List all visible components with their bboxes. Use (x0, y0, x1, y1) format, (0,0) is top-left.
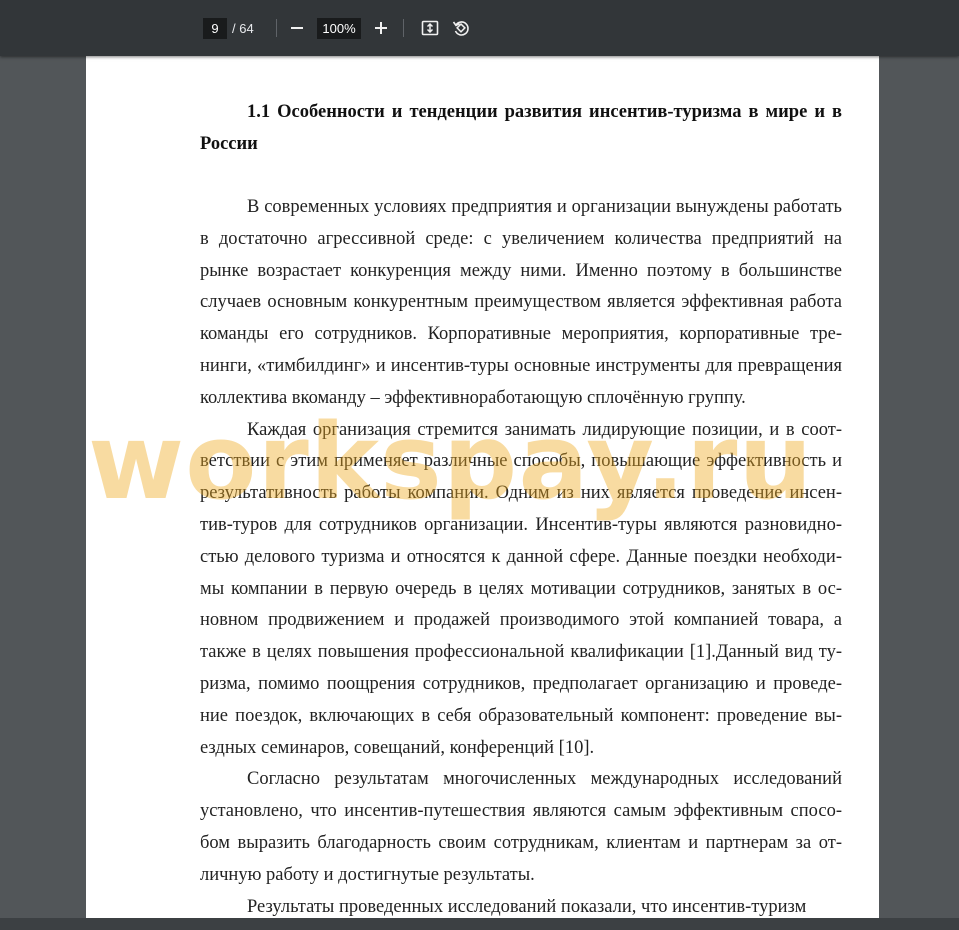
document-page: 1.1 Особенности и тенденции развития инс… (86, 56, 879, 930)
current-page-input[interactable]: 9 (203, 18, 227, 39)
section-heading: 1.1 Особенности и тенденции развития инс… (200, 102, 842, 154)
zoom-in-button[interactable] (367, 14, 395, 42)
rotate-button[interactable] (447, 14, 475, 42)
page-total: / 64 (232, 21, 254, 36)
paragraph: Каждая организация стремится занимать ли… (200, 419, 842, 758)
zoom-out-button[interactable] (283, 14, 311, 42)
document-body: В современных условиях предприятия и орг… (200, 192, 842, 923)
viewer-bottom-edge (0, 918, 959, 930)
rotate-icon (452, 21, 469, 36)
pdf-toolbar: 9 / 64 100% (0, 0, 959, 56)
fit-page-icon (421, 20, 439, 36)
plus-icon (375, 22, 387, 34)
fit-page-button[interactable] (416, 14, 444, 42)
paragraph: Согласно результатам многочисленных межд… (200, 769, 842, 885)
zoom-input[interactable]: 100% (317, 18, 361, 39)
paragraph: В современных условиях предприятия и орг… (200, 197, 842, 408)
toolbar-divider (276, 19, 277, 37)
toolbar-divider (403, 19, 404, 37)
minus-icon (291, 27, 303, 29)
